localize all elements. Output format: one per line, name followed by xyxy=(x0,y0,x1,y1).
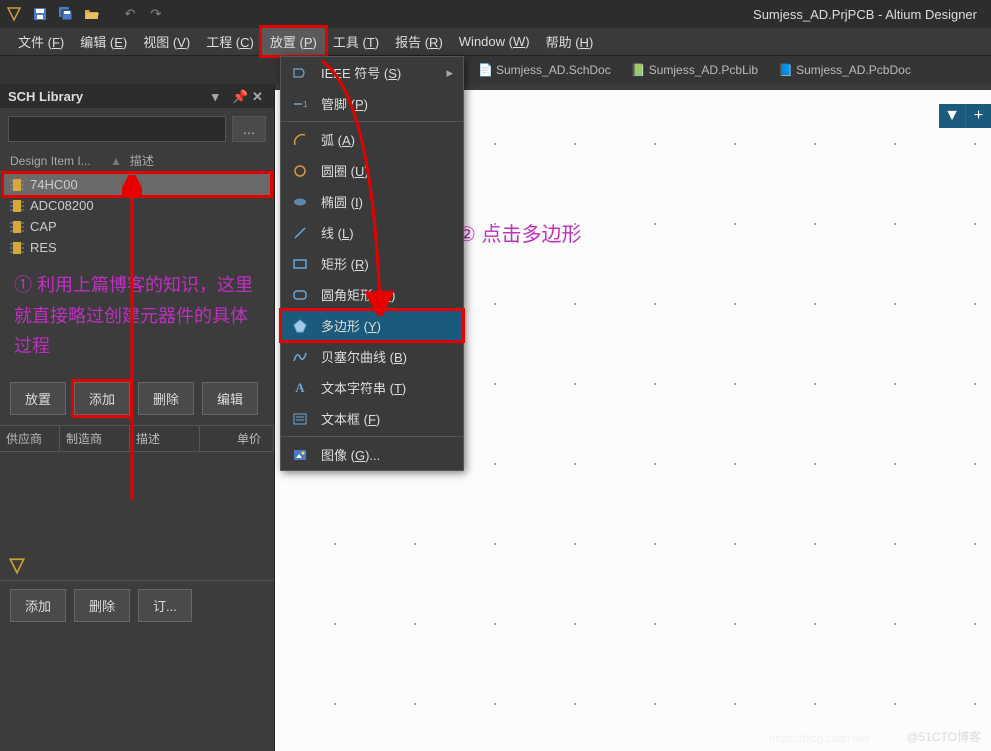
component-icon xyxy=(10,178,24,192)
list-column-headers: Design Item I... ▲ 描述 xyxy=(0,150,274,172)
search-input[interactable] xyxy=(8,116,226,142)
menu-text-string[interactable]: A 文本字符串 (T) xyxy=(281,372,463,403)
menu-image[interactable]: 图像 (G)... xyxy=(281,439,463,470)
pin-icon: 1 xyxy=(291,95,309,113)
menu-project[interactable]: 工程 (C) xyxy=(198,28,262,55)
col-manufacturer[interactable]: 制造商 xyxy=(60,426,130,451)
ieee-icon xyxy=(291,64,309,82)
component-icon xyxy=(10,220,24,234)
component-icon xyxy=(10,241,24,255)
app-logo-icon xyxy=(4,4,24,24)
delete-button[interactable]: 删除 xyxy=(138,382,194,415)
arc-icon xyxy=(291,131,309,149)
add-button[interactable]: 添加 xyxy=(74,382,130,415)
panel-close-icon[interactable]: ✕ xyxy=(252,89,266,103)
polygon-icon xyxy=(291,317,309,335)
save-all-icon[interactable] xyxy=(56,4,76,24)
list-item[interactable]: ADC08200 xyxy=(4,195,270,216)
window-title: Sumjess_AD.PrjPCB - Altium Designer xyxy=(172,7,987,22)
menubar: 文件 (F) 编辑 (E) 视图 (V) 工程 (C) 放置 (P) 工具 (T… xyxy=(0,28,991,56)
titlebar: ↶ ↷ Sumjess_AD.PrjPCB - Altium Designer xyxy=(0,0,991,28)
menu-place[interactable]: 放置 (P) xyxy=(262,28,325,55)
watermark: @51CTO博客 xyxy=(906,728,981,745)
col-price[interactable]: 单价 xyxy=(200,426,274,451)
col-description[interactable]: 描述 xyxy=(130,426,200,451)
menu-tools[interactable]: 工具 (T) xyxy=(325,28,387,55)
panel-pin-icon[interactable]: 📌 xyxy=(232,89,246,103)
pcb-icon: 📘 xyxy=(778,63,792,77)
annotation-2: ② ② 点击多边形点击多边形 xyxy=(458,218,582,247)
delete-button-2[interactable]: 删除 xyxy=(74,589,130,622)
menu-window[interactable]: Window (W) xyxy=(451,30,538,53)
supplier-table: 供应商 制造商 描述 单价 xyxy=(0,425,274,552)
order-button[interactable]: 订... xyxy=(138,589,192,622)
sch-library-panel: SCH Library ▾ 📌 ✕ … Design Item I... ▲ 描… xyxy=(0,84,275,751)
panel-header: SCH Library ▾ 📌 ✕ xyxy=(0,84,274,108)
tab-pcbdoc[interactable]: 📘Sumjess_AD.PcbDoc xyxy=(770,61,919,79)
menu-ellipse[interactable]: 椭圆 (I) xyxy=(281,186,463,217)
list-item[interactable]: 74HC00 xyxy=(4,174,270,195)
menu-edit[interactable]: 编辑 (E) xyxy=(72,28,135,55)
menu-rectangle[interactable]: 矩形 (R) xyxy=(281,248,463,279)
ellipse-icon xyxy=(291,193,309,211)
menu-report[interactable]: 报告 (R) xyxy=(387,28,451,55)
menu-pin[interactable]: 1 管脚 (P) xyxy=(281,88,463,119)
list-item[interactable]: CAP xyxy=(4,216,270,237)
rect-icon xyxy=(291,255,309,273)
open-folder-icon[interactable] xyxy=(82,4,102,24)
pcblib-icon: 📗 xyxy=(631,63,645,77)
place-menu-dropdown: IEEE 符号 (S) 1 管脚 (P) 弧 (A) 圆圈 (U) 椭圆 (I)… xyxy=(280,56,464,471)
redo-icon[interactable]: ↷ xyxy=(146,4,166,24)
menu-file[interactable]: 文件 (F) xyxy=(10,28,72,55)
text-icon: A xyxy=(291,379,309,397)
table-body xyxy=(0,452,274,552)
menu-line[interactable]: 线 (L) xyxy=(281,217,463,248)
menu-bezier[interactable]: 贝塞尔曲线 (B) xyxy=(281,341,463,372)
menu-polygon[interactable]: 多边形 (Y) xyxy=(281,310,463,341)
component-list: 74HC00 ADC08200 CAP RES xyxy=(0,172,274,260)
panel-title: SCH Library xyxy=(8,89,83,104)
image-icon xyxy=(291,446,309,464)
menu-help[interactable]: 帮助 (H) xyxy=(538,28,602,55)
place-button[interactable]: 放置 xyxy=(10,382,66,415)
panel-dropdown-icon[interactable]: ▾ xyxy=(212,89,226,103)
edit-button[interactable]: 编辑 xyxy=(202,382,258,415)
menu-arc[interactable]: 弧 (A) xyxy=(281,124,463,155)
undo-icon[interactable]: ↶ xyxy=(120,4,140,24)
component-icon xyxy=(10,199,24,213)
tab-schdoc[interactable]: 📄Sumjess_AD.SchDoc xyxy=(470,61,619,79)
altium-logo-icon xyxy=(8,557,26,575)
add-button-2[interactable]: 添加 xyxy=(10,589,66,622)
annotation-1: ① 利用上篇博客的知识，这里就直接略过创建元器件的具体过程 xyxy=(0,260,274,372)
tab-pcblib[interactable]: 📗Sumjess_AD.PcbLib xyxy=(623,61,766,79)
circle-icon xyxy=(291,162,309,180)
save-icon[interactable] xyxy=(30,4,50,24)
filter-icon[interactable]: ▼ xyxy=(939,104,965,128)
menu-ieee-symbols[interactable]: IEEE 符号 (S) xyxy=(281,57,463,88)
plus-icon[interactable]: + xyxy=(965,104,991,128)
document-tabs: 📄Sumjess_AD.SchDoc 📗Sumjess_AD.PcbLib 📘S… xyxy=(0,56,991,84)
svg-text:1: 1 xyxy=(303,100,308,109)
list-item[interactable]: RES xyxy=(4,237,270,258)
menu-circle[interactable]: 圆圈 (U) xyxy=(281,155,463,186)
col-supplier[interactable]: 供应商 xyxy=(0,426,60,451)
watermark-url: https://blog.csdn.net/ xyxy=(769,733,871,745)
browse-button[interactable]: … xyxy=(232,116,266,142)
menu-text-frame[interactable]: 文本框 (F) xyxy=(281,403,463,434)
bezier-icon xyxy=(291,348,309,366)
roundrect-icon xyxy=(291,286,309,304)
sch-icon: 📄 xyxy=(478,63,492,77)
line-icon xyxy=(291,224,309,242)
textbox-icon xyxy=(291,410,309,428)
menu-round-rectangle[interactable]: 圆角矩形 (O) xyxy=(281,279,463,310)
menu-view[interactable]: 视图 (V) xyxy=(135,28,198,55)
